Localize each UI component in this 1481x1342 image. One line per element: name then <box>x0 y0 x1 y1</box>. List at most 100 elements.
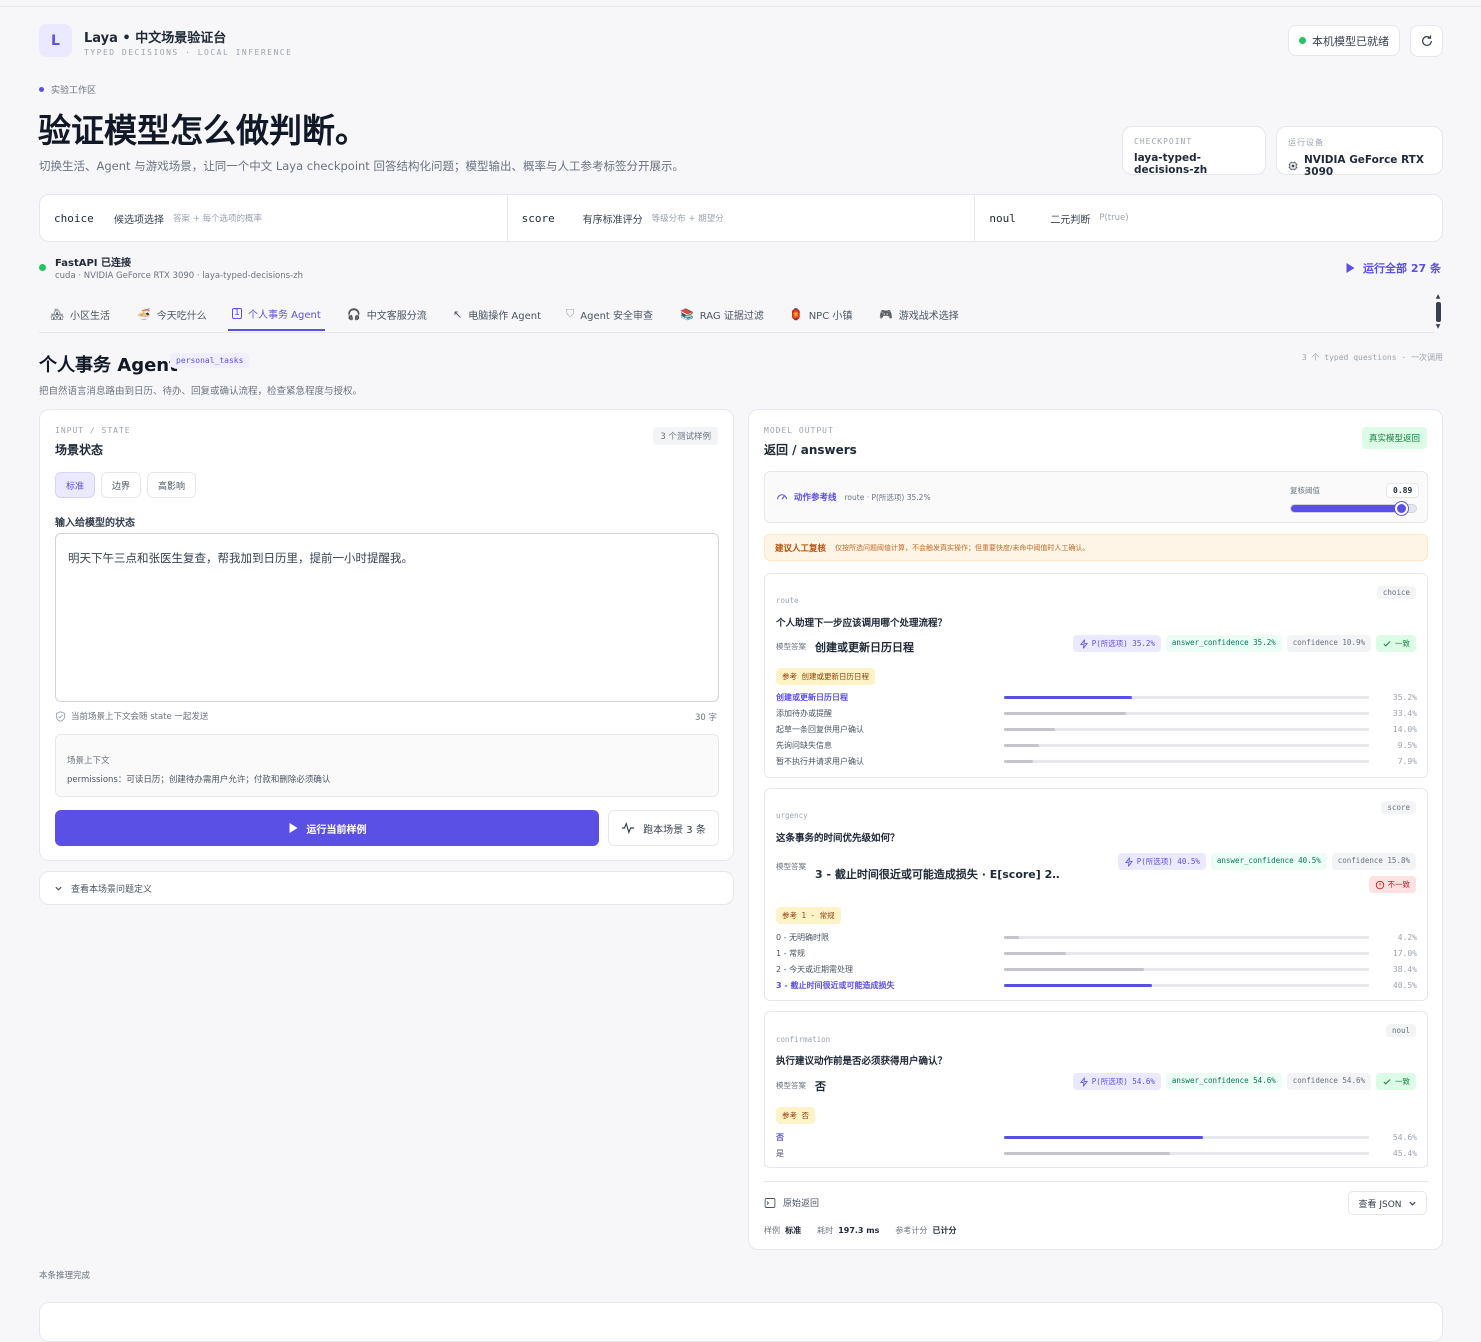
question-card-confirmation: confirmation noul 执行建议动作前是否必须获得用户确认？ 模型答… <box>764 1011 1428 1168</box>
checkpoint-value: laya-typed-decisions-zh <box>1134 152 1208 176</box>
chevron-down-icon <box>55 886 62 891</box>
scene-description: 把自然语言消息路由到日历、待办、回复或确认流程，检查紧急程度与授权。 <box>39 386 363 397</box>
probability-bar-fill <box>1004 695 1133 699</box>
model-status-badge: 本机模型已就绪 <box>1288 25 1400 56</box>
tab-customer-service[interactable]: 🎧 中文客服分流 <box>347 297 427 331</box>
tab-food[interactable]: 🍜 今天吃什么 <box>137 297 207 331</box>
option-probability: 38.4% <box>1392 964 1417 974</box>
raw-response-label: 原始返回 <box>764 1196 819 1209</box>
page-description: 切换生活、Agent 与游戏场景，让同一个中文 Laya checkpoint … <box>39 159 684 173</box>
lantern-icon: 🏮 <box>789 307 803 321</box>
option-label: 先询问缺失信息 <box>776 740 832 750</box>
status-dot <box>1299 37 1306 44</box>
connection-detail: cuda · NVIDIA GeForce RTX 3090 · laya-ty… <box>55 271 303 281</box>
threshold-value: 0.89 <box>1386 483 1420 498</box>
shield-icon: ⛉ <box>566 307 575 320</box>
tab-personal-tasks[interactable]: 1 个人事务 Agent <box>228 297 325 331</box>
question-card-route: route choice 个人助理下一步应该调用哪个处理流程？ 模型答案 创建或… <box>764 573 1428 778</box>
state-textarea[interactable]: 明天下午三点和张医生复查，帮我加到日历里，提前一小时提醒我。 <box>55 533 719 702</box>
pulse-icon <box>622 822 635 834</box>
review-alert: 建议人工复核 仅按所选问题阈值计算，不会触发真实操作；但重要快度/未命中阈值时人… <box>764 534 1428 561</box>
option-row: 起草一条回复供用户确认 14.0% <box>776 721 1417 737</box>
probability-bar <box>1004 759 1369 763</box>
probability-bar-fill <box>1004 983 1152 987</box>
run-sample-button[interactable]: 运行当前样例 <box>55 810 599 846</box>
probability-bar-fill <box>1004 1135 1204 1139</box>
option-row: 创建或更新日历日程 35.2% <box>776 689 1417 705</box>
option-probability: 9.5% <box>1397 740 1417 750</box>
probability-bar <box>1004 951 1369 955</box>
question-definitions-toggle[interactable]: 查看本场景问题定义 <box>39 871 734 905</box>
tab-rag[interactable]: 📚 RAG 证据过滤 <box>680 297 764 331</box>
scene-code-badge: personal_tasks <box>170 353 250 368</box>
option-probability: 17.0% <box>1392 948 1417 958</box>
input-panel: INPUT / STATE 场景状态 3 个测试样例 标准 边界 高影响 输入给… <box>39 409 734 861</box>
probability-bar-fill <box>1004 743 1039 747</box>
tab-agent-safety[interactable]: ⛉ Agent 安全审查 <box>566 297 653 331</box>
probability-bar <box>1004 711 1369 715</box>
option-row: 2 - 今天或近期需处理 38.4% <box>776 961 1417 977</box>
urgency-answer: 3 - 截止时间很近或可能造成损失 · E[score] 2… <box>815 868 1060 881</box>
check-icon <box>1383 1078 1391 1085</box>
refresh-button[interactable] <box>1410 25 1443 57</box>
tab-game[interactable]: 🎮 游戏战术选择 <box>879 297 959 331</box>
run-all-button[interactable]: 运行全部 27 条 <box>1345 260 1441 276</box>
option-row: 是 45.4% <box>776 1145 1417 1161</box>
option-probability: 35.2% <box>1392 692 1417 702</box>
gauge-icon <box>776 494 788 500</box>
reference-label: 参考 创建或更新日历日程 <box>776 668 876 685</box>
option-label: 是 <box>776 1148 784 1158</box>
preset-high-impact[interactable]: 高影响 <box>147 472 197 498</box>
option-label: 创建或更新日历日程 <box>776 692 848 702</box>
bolt-icon <box>1079 638 1088 649</box>
refresh-icon <box>1421 35 1432 46</box>
option-row: 否 54.6% <box>776 1129 1417 1145</box>
probability-bar-fill <box>1004 727 1056 731</box>
option-probability: 40.5% <box>1392 980 1417 990</box>
scene-title: 个人事务 Agent <box>39 355 178 376</box>
route-answer: 创建或更新日历日程 <box>815 641 914 654</box>
threshold-slider-handle <box>1395 502 1409 515</box>
app-title: Laya • 中文场景验证台 <box>84 31 227 46</box>
shield-check-icon <box>55 710 66 722</box>
cursor-icon: ↖ <box>453 307 463 321</box>
sample-count-badge: 3 个测试样例 <box>653 427 718 445</box>
option-probability: 45.4% <box>1392 1148 1417 1158</box>
probability-bar-fill <box>1004 967 1145 971</box>
input-title: 场景状态 <box>55 443 104 457</box>
type-choice: choice 候选项选择 答案 + 每个选项的概率 <box>40 195 508 241</box>
page-title: 验证模型怎么做判断。 <box>38 111 368 150</box>
option-row: 暂不执行并请求用户确认 7.9% <box>776 753 1417 769</box>
food-icon: 🍜 <box>137 307 151 321</box>
connection-title: FastAPI 已连接 <box>55 258 131 269</box>
threshold-slider[interactable] <box>1290 502 1417 515</box>
tab-computer-use[interactable]: ↖ 电脑操作 Agent <box>453 297 541 331</box>
tab-community[interactable]: 🏘 小区生活 <box>50 297 110 331</box>
type-legend: choice 候选项选择 答案 + 每个选项的概率 score 有序标准评分 等… <box>39 194 1443 242</box>
option-label: 起草一条回复供用户确认 <box>776 724 864 734</box>
option-label: 否 <box>776 1132 784 1142</box>
bolt-icon <box>1124 856 1133 867</box>
run-footer: 样例 标准 耗时 197.3 ms 参考计分 已计分 <box>764 1226 957 1235</box>
calendar-icon: 1 <box>232 307 242 319</box>
reference-label: 参考 1 - 常规 <box>776 907 841 924</box>
terminal-icon <box>764 1197 776 1208</box>
app-logo: L <box>39 24 72 57</box>
tabs-scrollbar[interactable]: ▲ ▼ <box>1434 294 1442 330</box>
scene-meta: 3 个 typed questions · 一次调用 <box>1301 353 1443 362</box>
probability-bar <box>1004 983 1369 987</box>
real-model-badge: 真实模型返回 <box>1361 427 1427 449</box>
tab-npc[interactable]: 🏮 NPC 小镇 <box>789 297 852 331</box>
type-score: score 有序标准评分 等级分布 + 期望分 <box>508 195 976 241</box>
option-probability: 4.2% <box>1397 932 1417 942</box>
probability-bar <box>1004 935 1369 939</box>
view-json-select[interactable]: 查看 JSON <box>1348 1191 1427 1215</box>
run-scene-button[interactable]: 跑本场景 3 条 <box>608 810 719 846</box>
model-status-text: 本机模型已就绪 <box>1312 34 1389 48</box>
option-label: 0 - 无明确时限 <box>776 932 830 942</box>
headset-icon: 🎧 <box>347 307 361 321</box>
preset-boundary[interactable]: 边界 <box>101 472 142 498</box>
preset-standard[interactable]: 标准 <box>55 472 96 498</box>
chip-icon <box>1288 161 1298 171</box>
option-label: 2 - 今天或近期需处理 <box>776 964 854 974</box>
